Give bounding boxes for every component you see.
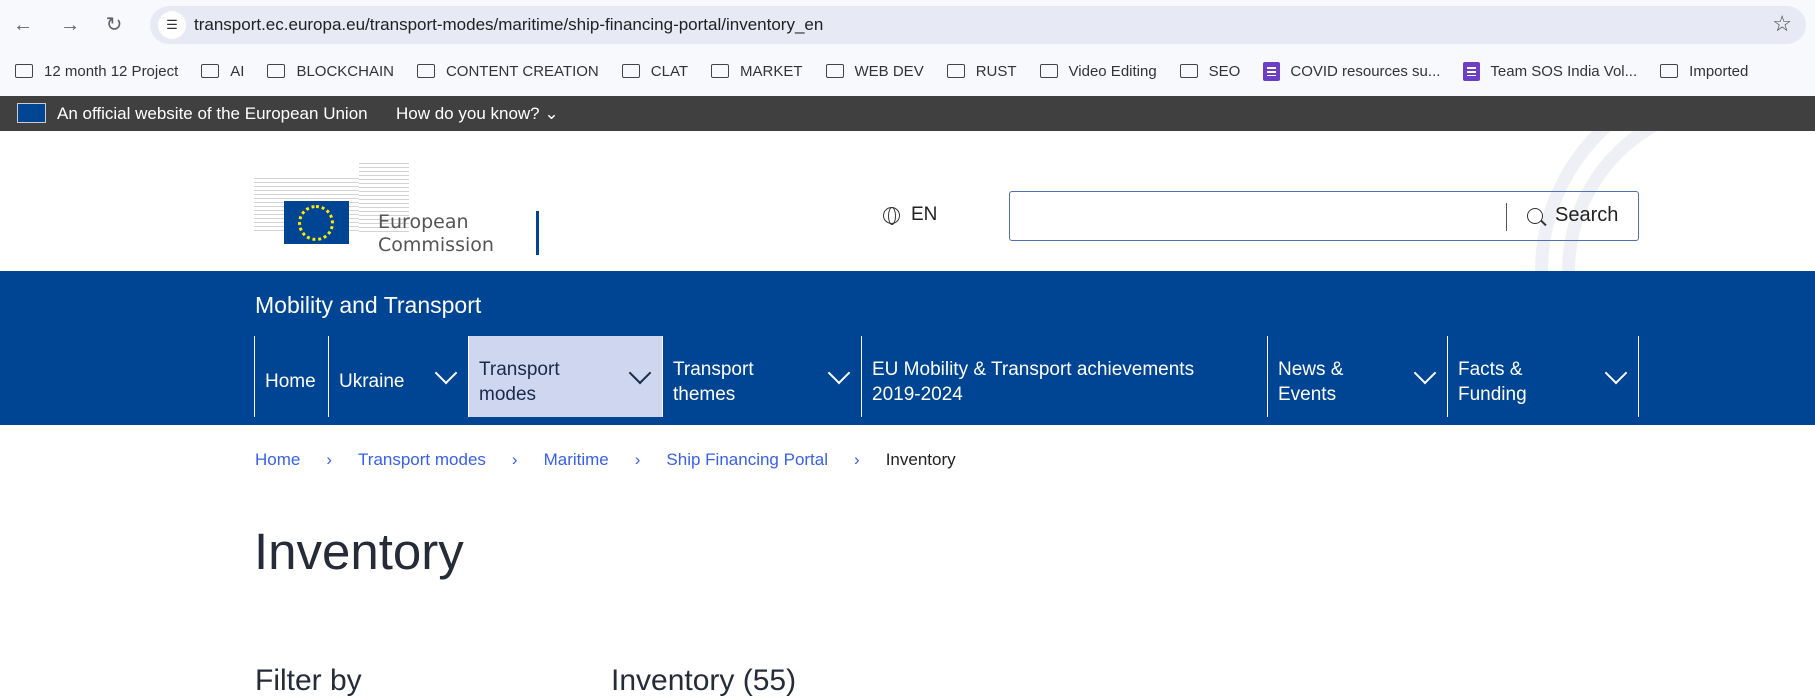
page-title: Inventory xyxy=(254,523,464,580)
breadcrumb-link[interactable]: Home xyxy=(255,450,300,470)
filter-heading: Filter by xyxy=(255,664,362,697)
folder-icon xyxy=(1039,64,1058,78)
bookmark-label: CONTENT CREATION xyxy=(445,62,599,80)
breadcrumb-link[interactable]: Transport modes xyxy=(358,450,486,470)
menu-item[interactable]: Facts & Funding xyxy=(1448,336,1639,417)
breadcrumb-link[interactable]: Maritime xyxy=(544,450,609,470)
menu-item[interactable]: Home xyxy=(255,336,329,417)
bookmark-item[interactable]: CLAT xyxy=(621,58,688,84)
bookmark-label: COVID resources su... xyxy=(1290,62,1441,80)
menu-label-line2: themes xyxy=(673,384,736,405)
url-text[interactable]: transport.ec.europa.eu/transport-modes/m… xyxy=(194,15,823,35)
bookmark-star-icon[interactable]: ☆ xyxy=(1772,11,1792,37)
bookmark-label: SEO xyxy=(1208,62,1241,80)
inventory-count-heading: Inventory (55) xyxy=(611,664,797,697)
menu-label: EU Mobility & Transport achievements xyxy=(872,359,1195,380)
bookmark-label: CLAT xyxy=(650,62,688,80)
language-label: EN xyxy=(911,204,938,225)
eu-flag-icon xyxy=(284,201,349,244)
menu-label-line2: Funding xyxy=(1458,384,1527,405)
breadcrumb: Home › Transport modes › Maritime › Ship Finan… xyxy=(255,450,956,470)
chevron-right-icon: › xyxy=(326,450,333,469)
search-form: Search xyxy=(1009,191,1639,241)
search-icon xyxy=(1527,207,1543,224)
sheets-icon xyxy=(1263,61,1281,81)
menu-item[interactable]: Transport themes xyxy=(663,336,862,417)
search-button[interactable]: Search xyxy=(1527,204,1618,227)
breadcrumb-current: Inventory xyxy=(885,450,956,469)
folder-icon xyxy=(15,64,33,78)
bookmark-item[interactable]: MARKET xyxy=(711,58,803,84)
globe-icon xyxy=(883,206,900,225)
bookmark-label: Video Editing xyxy=(1068,62,1157,80)
bookmark-label: MARKET xyxy=(740,62,803,80)
reload-icon[interactable]: ↻ xyxy=(101,12,127,38)
browser-chrome: ← → ↻ ☰ transport.ec.europa.eu/transport… xyxy=(0,0,1815,96)
menu-item[interactable]: Ukraine xyxy=(329,336,469,417)
folder-icon xyxy=(201,64,220,78)
bookmark-item[interactable]: SEO xyxy=(1179,58,1241,84)
folder-icon xyxy=(946,64,965,78)
site-nav-band: Mobility and Transport Home Ukraine Transp… xyxy=(0,271,1815,425)
menu-label-line2: modes xyxy=(479,384,537,405)
site-settings-icon[interactable]: ☰ xyxy=(158,11,186,39)
bookmark-label: Imported xyxy=(1689,62,1749,80)
address-bar[interactable]: ☰ transport.ec.europa.eu/transport-modes… xyxy=(150,6,1806,44)
menu-label-line2: Events xyxy=(1278,384,1337,405)
bookmark-label: RUST xyxy=(975,62,1017,80)
menu-label-line2: 2019-2024 xyxy=(872,384,963,405)
menu-item[interactable]: News & Events xyxy=(1268,336,1448,417)
folder-icon xyxy=(621,64,640,78)
search-label: Search xyxy=(1555,204,1619,226)
folder-icon xyxy=(267,64,286,78)
back-icon[interactable]: ← xyxy=(10,12,36,38)
bookmark-item[interactable]: RUST xyxy=(946,58,1017,84)
site-header: European Commission EN Search xyxy=(0,131,1815,271)
chevron-right-icon: › xyxy=(511,450,518,469)
menu-label: Home xyxy=(265,371,316,392)
official-website-text: An official website of the European Unio… xyxy=(57,104,368,123)
main-menu: Home Ukraine Transport modes Transport themes… xyxy=(254,336,1639,417)
european-commission-logo[interactable]: European Commission xyxy=(254,160,544,256)
bookmark-item[interactable]: Video Editing xyxy=(1039,58,1157,84)
bookmark-label: WEB DEV xyxy=(854,62,924,80)
logo-line1: European xyxy=(378,211,469,233)
bookmark-item[interactable]: Team SOS India Vol... xyxy=(1463,58,1637,84)
bookmark-item[interactable]: BLOCKCHAIN xyxy=(267,58,394,84)
folder-icon xyxy=(825,64,844,78)
how-label: How do you know? xyxy=(396,104,540,123)
menu-item[interactable]: Transport modes xyxy=(469,336,663,417)
bookmark-label: BLOCKCHAIN xyxy=(296,62,394,80)
bookmark-item[interactable]: AI xyxy=(201,58,244,84)
language-selector[interactable]: EN xyxy=(883,204,937,226)
eu-official-banner: An official website of the European Unio… xyxy=(0,96,1815,131)
folder-icon xyxy=(1179,64,1198,78)
folder-icon xyxy=(711,64,729,78)
forward-icon[interactable]: → xyxy=(57,12,83,38)
bookmark-item[interactable]: 12 month 12 Project xyxy=(15,58,178,84)
folder-icon xyxy=(1660,64,1679,78)
bookmark-label: Team SOS India Vol... xyxy=(1490,62,1638,80)
sheets-icon xyxy=(1463,61,1481,81)
site-name[interactable]: Mobility and Transport xyxy=(255,292,481,319)
logo-line2: Commission xyxy=(378,234,494,256)
breadcrumb-link[interactable]: Ship Financing Portal xyxy=(666,450,828,470)
bookmark-label: AI xyxy=(230,62,245,80)
bookmark-item[interactable]: CONTENT CREATION xyxy=(416,58,599,84)
folder-icon xyxy=(416,64,435,78)
eu-flag-icon xyxy=(17,103,46,123)
bookmark-item[interactable]: Imported xyxy=(1660,58,1748,84)
bookmark-item[interactable]: WEB DEV xyxy=(825,58,924,84)
bookmark-label: 12 month 12 Project xyxy=(44,62,179,80)
how-do-you-know-button[interactable]: How do you know? ⌄ xyxy=(396,104,559,124)
bookmarks-bar: 12 month 12 Project AI BLOCKCHAIN CONTENT C… xyxy=(0,58,1756,84)
chevron-down-icon: ⌄ xyxy=(544,104,559,123)
search-input[interactable] xyxy=(1012,194,1512,238)
chevron-right-icon: › xyxy=(854,450,860,469)
menu-item[interactable]: EU Mobility & Transport achievements 2019… xyxy=(862,336,1268,417)
chevron-right-icon: › xyxy=(634,450,641,469)
bookmark-item[interactable]: COVID resources su... xyxy=(1263,58,1440,84)
